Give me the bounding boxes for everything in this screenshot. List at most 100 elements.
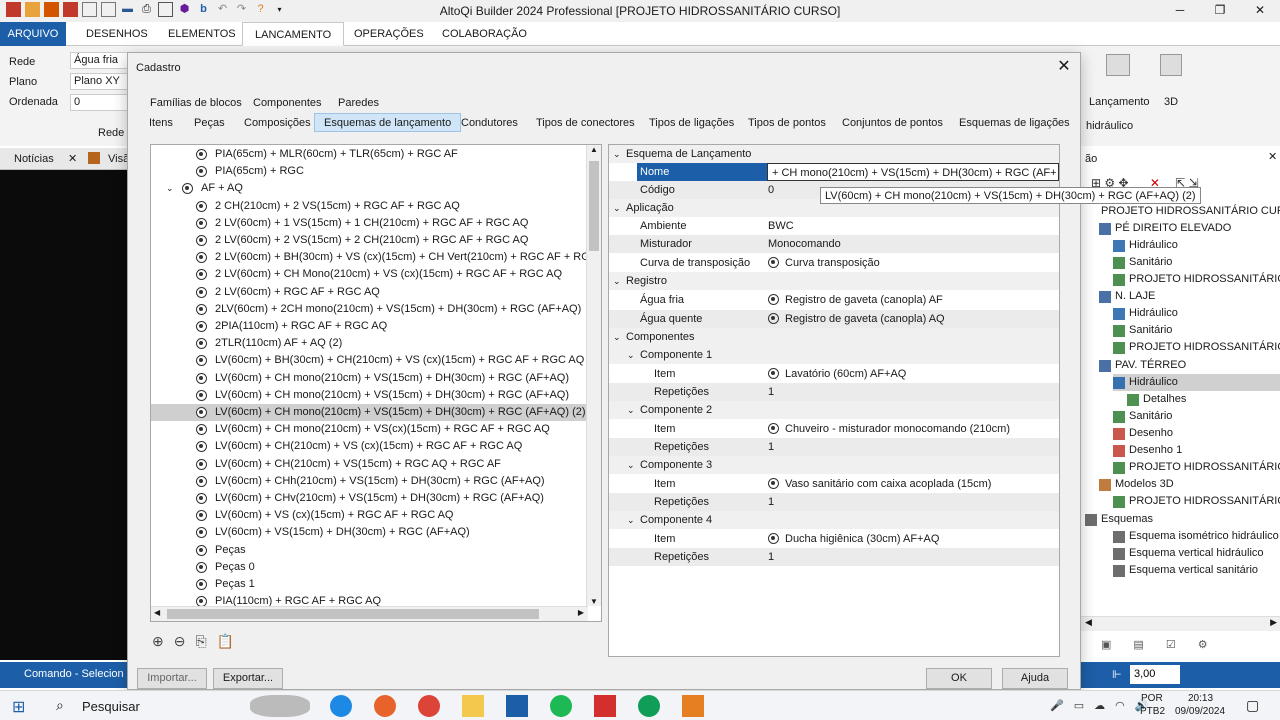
tab-composicoes[interactable]: Composições [234, 113, 321, 132]
project-tree-item[interactable]: Hidráulico [1113, 374, 1280, 391]
tree-item[interactable]: LV(60cm) + CH mono(210cm) + VS(15cm) + D… [151, 387, 588, 404]
builder-icon[interactable] [682, 695, 704, 717]
chrome-profile-icon[interactable] [638, 695, 660, 717]
tree-item[interactable]: LV(60cm) + VS (cx)(15cm) + RGC AF + RGC … [151, 507, 588, 524]
tab-esquemas-ligacoes[interactable]: Esquemas de ligações [949, 113, 1080, 132]
project-tree-item[interactable]: Esquemas [1085, 511, 1153, 528]
project-tree-item[interactable]: PAV. TÉRREO [1099, 357, 1186, 374]
prop-misturador[interactable]: Misturador Monocomando [609, 235, 1059, 253]
project-tree-item[interactable]: PROJETO HIDROSSANITÁRIO CURSO [1085, 203, 1280, 220]
tab-desenhos[interactable]: DESENHOS [74, 22, 160, 46]
prop-curva[interactable]: Curva de transposição Curva transposição [609, 254, 1059, 272]
add-item-icon[interactable]: ⊕ [152, 633, 164, 650]
language-1[interactable]: POR [1141, 693, 1163, 704]
spotify-icon[interactable] [550, 695, 572, 717]
project-tree-item[interactable]: Esquema vertical hidráulico [1113, 545, 1264, 562]
table-icon[interactable]: ▤ [1133, 638, 1143, 656]
tree-item[interactable]: 2 LV(60cm) + BH(30cm) + VS (cx)(15cm) + … [151, 249, 590, 266]
prop-nome[interactable]: Nome + CH mono(210cm) + VS(15cm) + DH(30… [609, 163, 1059, 181]
category-registro[interactable]: ⌄ Registro [609, 272, 1059, 290]
tab-arquivo[interactable]: ARQUIVO [0, 22, 66, 46]
tab-colaboracao[interactable]: COLABORAÇÃO [430, 22, 539, 46]
restore-icon[interactable]: ❐ [1200, 0, 1240, 22]
tab-itens[interactable]: Itens [139, 113, 183, 132]
tree-item[interactable]: Peças 0 [151, 559, 588, 576]
importar-button[interactable]: Importar... [137, 668, 207, 689]
tab-elementos[interactable]: ELEMENTOS [156, 22, 248, 46]
componente-2-repeticoes[interactable]: Repetições 1 [609, 438, 1059, 456]
project-tree-item[interactable]: PROJETO HIDROSSANITÁRIO CUR [1113, 271, 1280, 288]
edge-icon[interactable] [330, 695, 352, 717]
tree-item[interactable]: Peças 1 [151, 576, 588, 593]
remove-item-icon[interactable]: ⊖ [174, 633, 186, 650]
project-tree-item[interactable]: Desenho [1113, 425, 1173, 442]
minimize-icon[interactable]: ─ [1160, 0, 1200, 22]
paste-icon[interactable]: 📋 [217, 633, 234, 650]
prop-agua-fria[interactable]: Água fria Registro de gaveta (canopla) AF [609, 291, 1059, 309]
close-panel-icon[interactable]: ✕ [1268, 150, 1277, 163]
componente-1-item[interactable]: Item Lavatório (60cm) AF+AQ [609, 365, 1059, 383]
tree-item[interactable]: LV(60cm) + CH mono(210cm) + VS(cx)(15cm)… [151, 421, 588, 438]
tab-pecas[interactable]: Peças [184, 113, 235, 132]
horizontal-scrollbar[interactable]: ◀ ▶ [151, 606, 588, 621]
exportar-button[interactable]: Exportar... [213, 668, 283, 689]
search-icon[interactable]: ⌕ [56, 697, 64, 714]
scroll-down-icon[interactable]: ▼ [590, 597, 598, 606]
project-tree-item[interactable]: Esquema isométrico hidráulico [1113, 528, 1279, 545]
project-tree-item[interactable]: Desenho 1 [1113, 442, 1182, 459]
project-tree-item[interactable]: Hidráulico [1113, 237, 1178, 254]
tree-item[interactable]: LV(60cm) + VS(15cm) + DH(30cm) + RGC (AF… [151, 524, 588, 541]
project-tree-item[interactable]: Sanitário [1113, 408, 1172, 425]
componente-1-repeticoes[interactable]: Repetições 1 [609, 383, 1059, 401]
tab-tipos-conectores[interactable]: Tipos de conectores [526, 113, 645, 132]
group-familias[interactable]: Famílias de blocos [150, 97, 242, 109]
scroll-right-icon[interactable]: ▶ [1270, 617, 1277, 628]
tree-item[interactable]: 2LV(60cm) + 2CH mono(210cm) + VS(15cm) +… [151, 301, 588, 318]
componente-3[interactable]: ⌄ Componente 3 [609, 456, 1059, 474]
project-tree-item[interactable]: Hidráulico [1113, 305, 1178, 322]
battery-icon[interactable]: ▭ [1074, 699, 1084, 712]
tree-item[interactable]: Peças [151, 542, 588, 559]
tree-item[interactable]: 2PIA(110cm) + RGC AF + RGC AQ [151, 318, 588, 335]
zoom-input[interactable]: 3,00 [1130, 665, 1180, 684]
componente-2-item[interactable]: Item Chuveiro - misturador monocomando (2… [609, 420, 1059, 438]
vertical-scrollbar[interactable]: ▲ ▼ [586, 145, 601, 606]
componente-4-item[interactable]: Item Ducha higiênica (30cm) AF+AQ [609, 530, 1059, 548]
lancamento-hidraulico-icon[interactable] [1106, 54, 1130, 76]
folder-icon[interactable] [462, 695, 484, 717]
chrome-icon[interactable] [418, 695, 440, 717]
expand-icon[interactable]: ⌄ [166, 180, 174, 197]
project-tree-item[interactable]: PÉ DIREITO ELEVADO [1099, 220, 1231, 237]
project-tree-item[interactable]: Sanitário [1113, 254, 1172, 271]
windows-icon[interactable]: ⊞ [12, 697, 25, 717]
lancamento-label[interactable]: Lançamento [1089, 96, 1150, 108]
tab-conjuntos-pontos[interactable]: Conjuntos de pontos [832, 113, 953, 132]
group-componentes[interactable]: Componentes [253, 97, 322, 109]
hscroll-thumb[interactable] [167, 609, 539, 619]
ok-button[interactable]: OK [926, 668, 992, 689]
view-3d-label[interactable]: 3D [1164, 96, 1178, 108]
revit-icon[interactable] [506, 695, 528, 717]
rede-select[interactable]: Água fria [70, 52, 130, 69]
scroll-thumb[interactable] [589, 161, 599, 251]
tree-item[interactable]: 2 LV(60cm) + RGC AF + RGC AQ [151, 284, 588, 301]
tree-item[interactable]: PIA(65cm) + RGC [151, 163, 588, 180]
tree-item[interactable]: LV(60cm) + CH(210cm) + VS (cx)(15cm) + R… [151, 438, 588, 455]
project-tree-item[interactable]: N. LAJE [1099, 288, 1155, 305]
check-icon[interactable]: ☑ [1166, 638, 1176, 656]
tree-item[interactable]: LV(60cm) + CH(210cm) + VS(15cm) + RGC AQ… [151, 456, 588, 473]
hidraulico-label[interactable]: hidráulico [1086, 120, 1133, 132]
acrobat-icon[interactable] [594, 695, 616, 717]
project-tree-item[interactable]: PROJETO HIDROSSANITÁRIO CUR [1113, 459, 1280, 476]
clock-date[interactable]: 09/09/2024 [1175, 706, 1225, 717]
tab-tipos-ligacoes[interactable]: Tipos de ligações [639, 113, 744, 132]
tree-item[interactable]: LV(60cm) + CHh(210cm) + VS(15cm) + DH(30… [151, 473, 588, 490]
project-tree-item[interactable]: Modelos 3D [1099, 476, 1174, 493]
category-esquema[interactable]: ⌄ Esquema de Lançamento [609, 145, 1059, 163]
prop-agua-quente[interactable]: Água quente Registro de gaveta (canopla) … [609, 310, 1059, 328]
scroll-left-icon[interactable]: ◀ [154, 608, 160, 617]
firefox-icon[interactable] [374, 695, 396, 717]
wifi-icon[interactable]: ◠ [1115, 699, 1125, 712]
tree-item[interactable]: 2 LV(60cm) + CH Mono(210cm) + VS (cx)(15… [151, 266, 588, 283]
tree-item[interactable]: LV(60cm) + BH(30cm) + CH(210cm) + VS (cx… [151, 352, 588, 369]
